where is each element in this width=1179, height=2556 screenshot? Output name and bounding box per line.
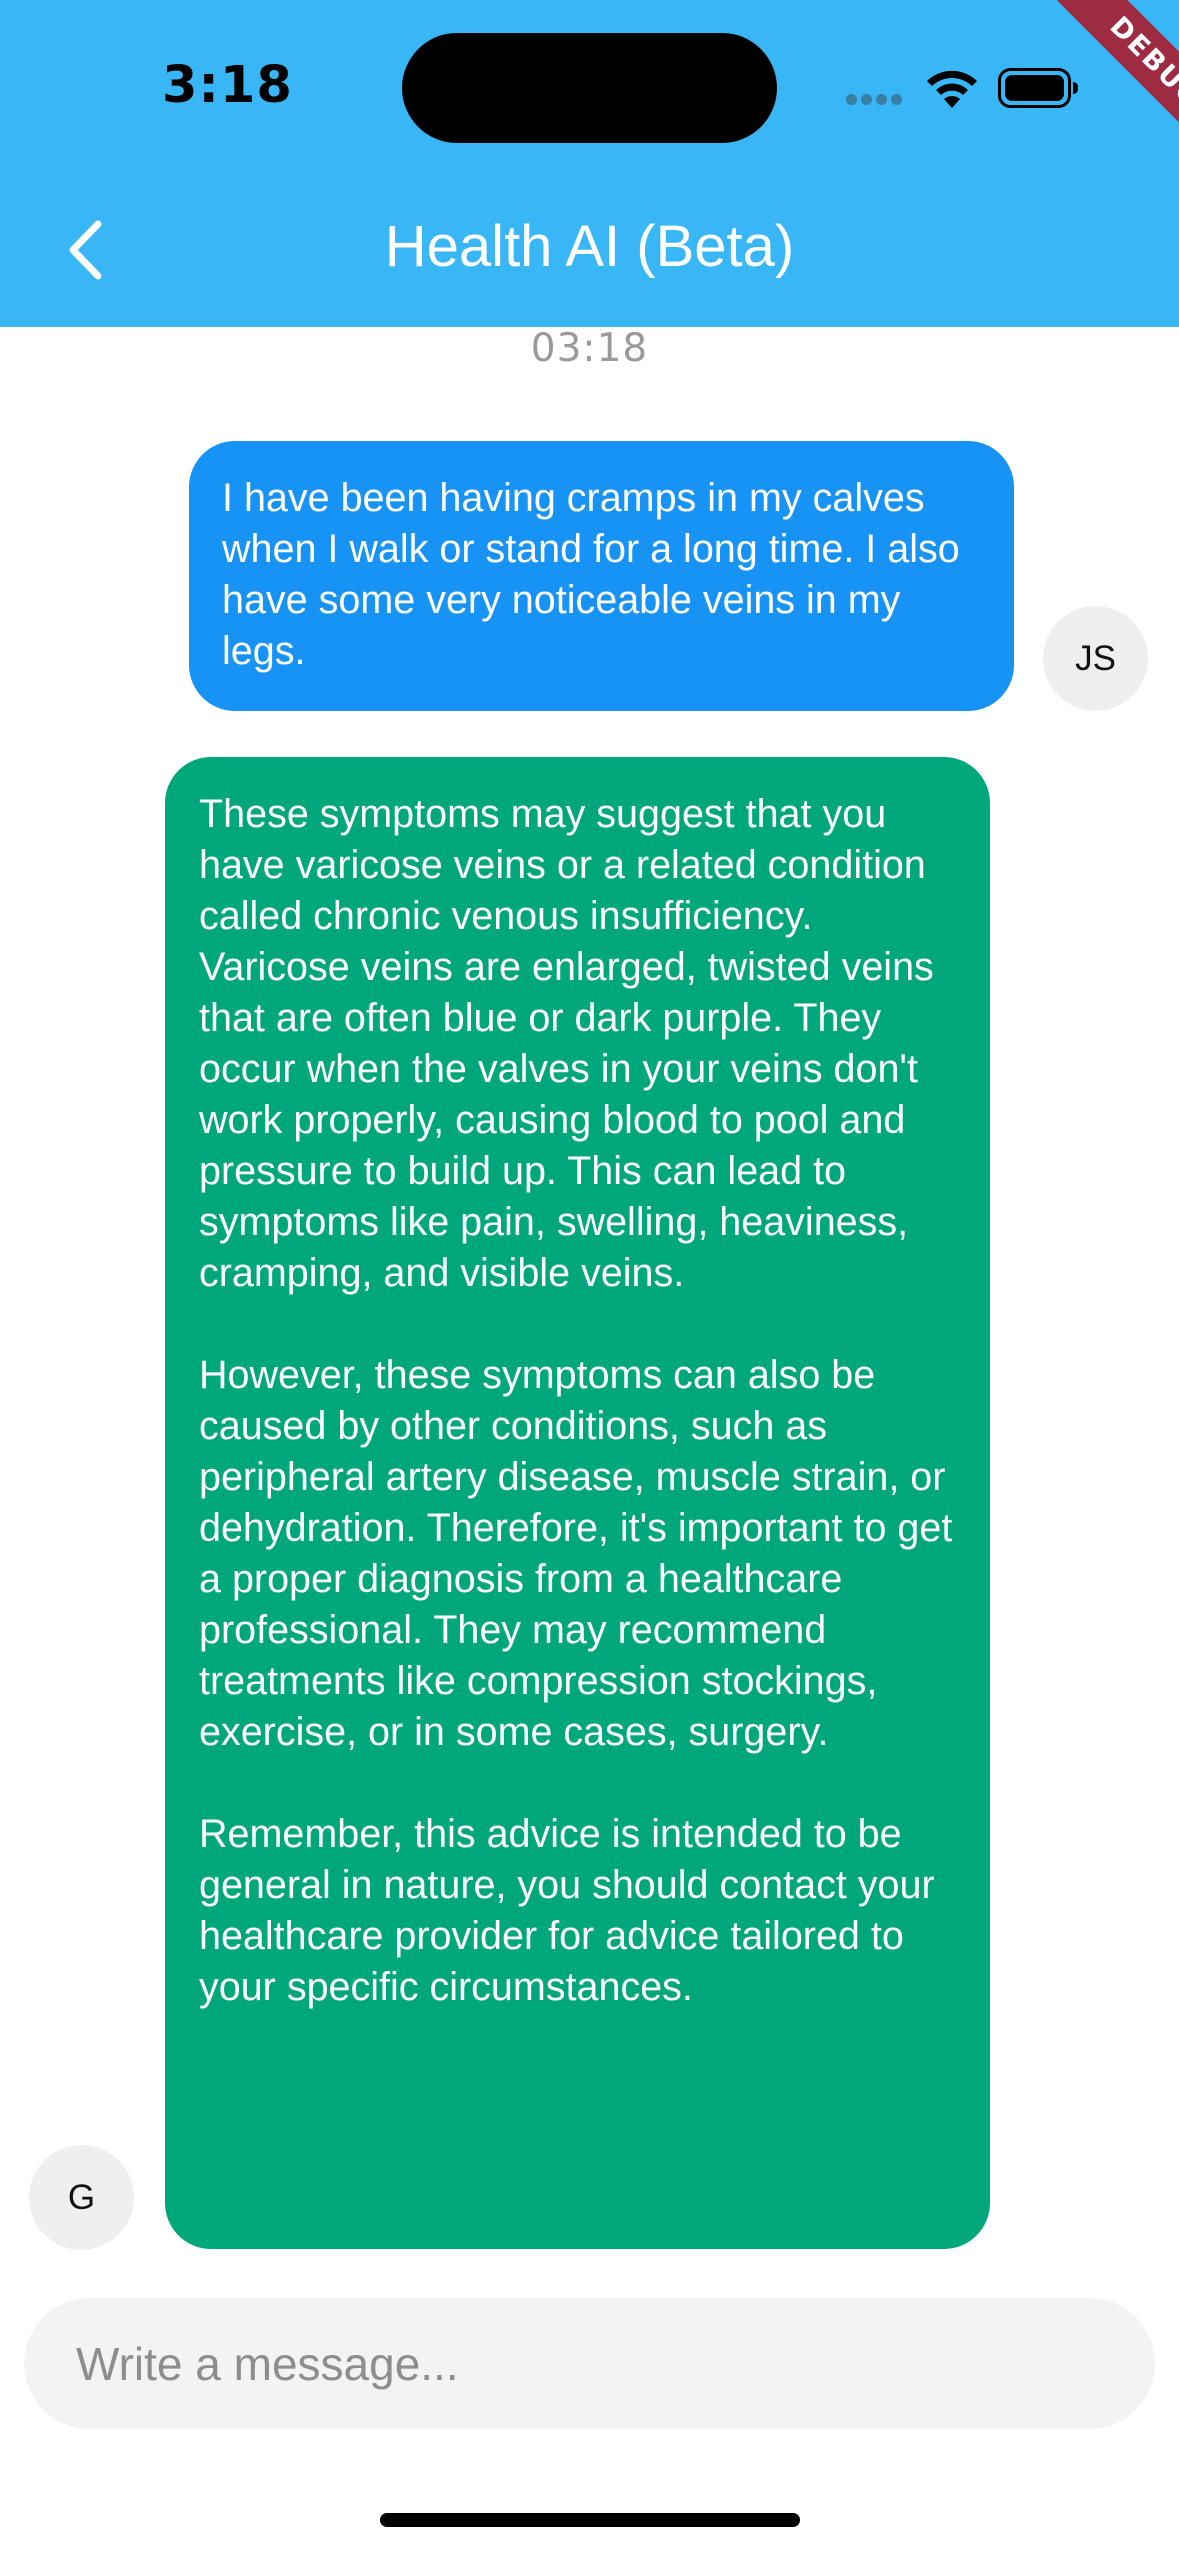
battery-icon bbox=[998, 68, 1078, 108]
status-bar-time: 3:18 bbox=[162, 56, 293, 115]
wifi-icon bbox=[927, 70, 977, 108]
message-composer[interactable] bbox=[24, 2298, 1155, 2429]
ai-avatar: G bbox=[29, 2145, 134, 2250]
app-header: 3:18 DEBUG Health AI (Beta) bbox=[0, 0, 1179, 327]
page-title: Health AI (Beta) bbox=[384, 214, 795, 279]
chat-timestamp: 03:18 bbox=[530, 326, 649, 371]
dynamic-island bbox=[402, 33, 777, 143]
cellular-signal-icon bbox=[846, 94, 903, 106]
ai-message-bubble: These symptoms may suggest that you have… bbox=[165, 757, 990, 2249]
home-indicator[interactable] bbox=[380, 2513, 800, 2527]
message-input[interactable] bbox=[74, 2335, 1105, 2392]
user-avatar: JS bbox=[1043, 606, 1148, 711]
user-message-bubble: I have been having cramps in my calves w… bbox=[189, 441, 1014, 711]
